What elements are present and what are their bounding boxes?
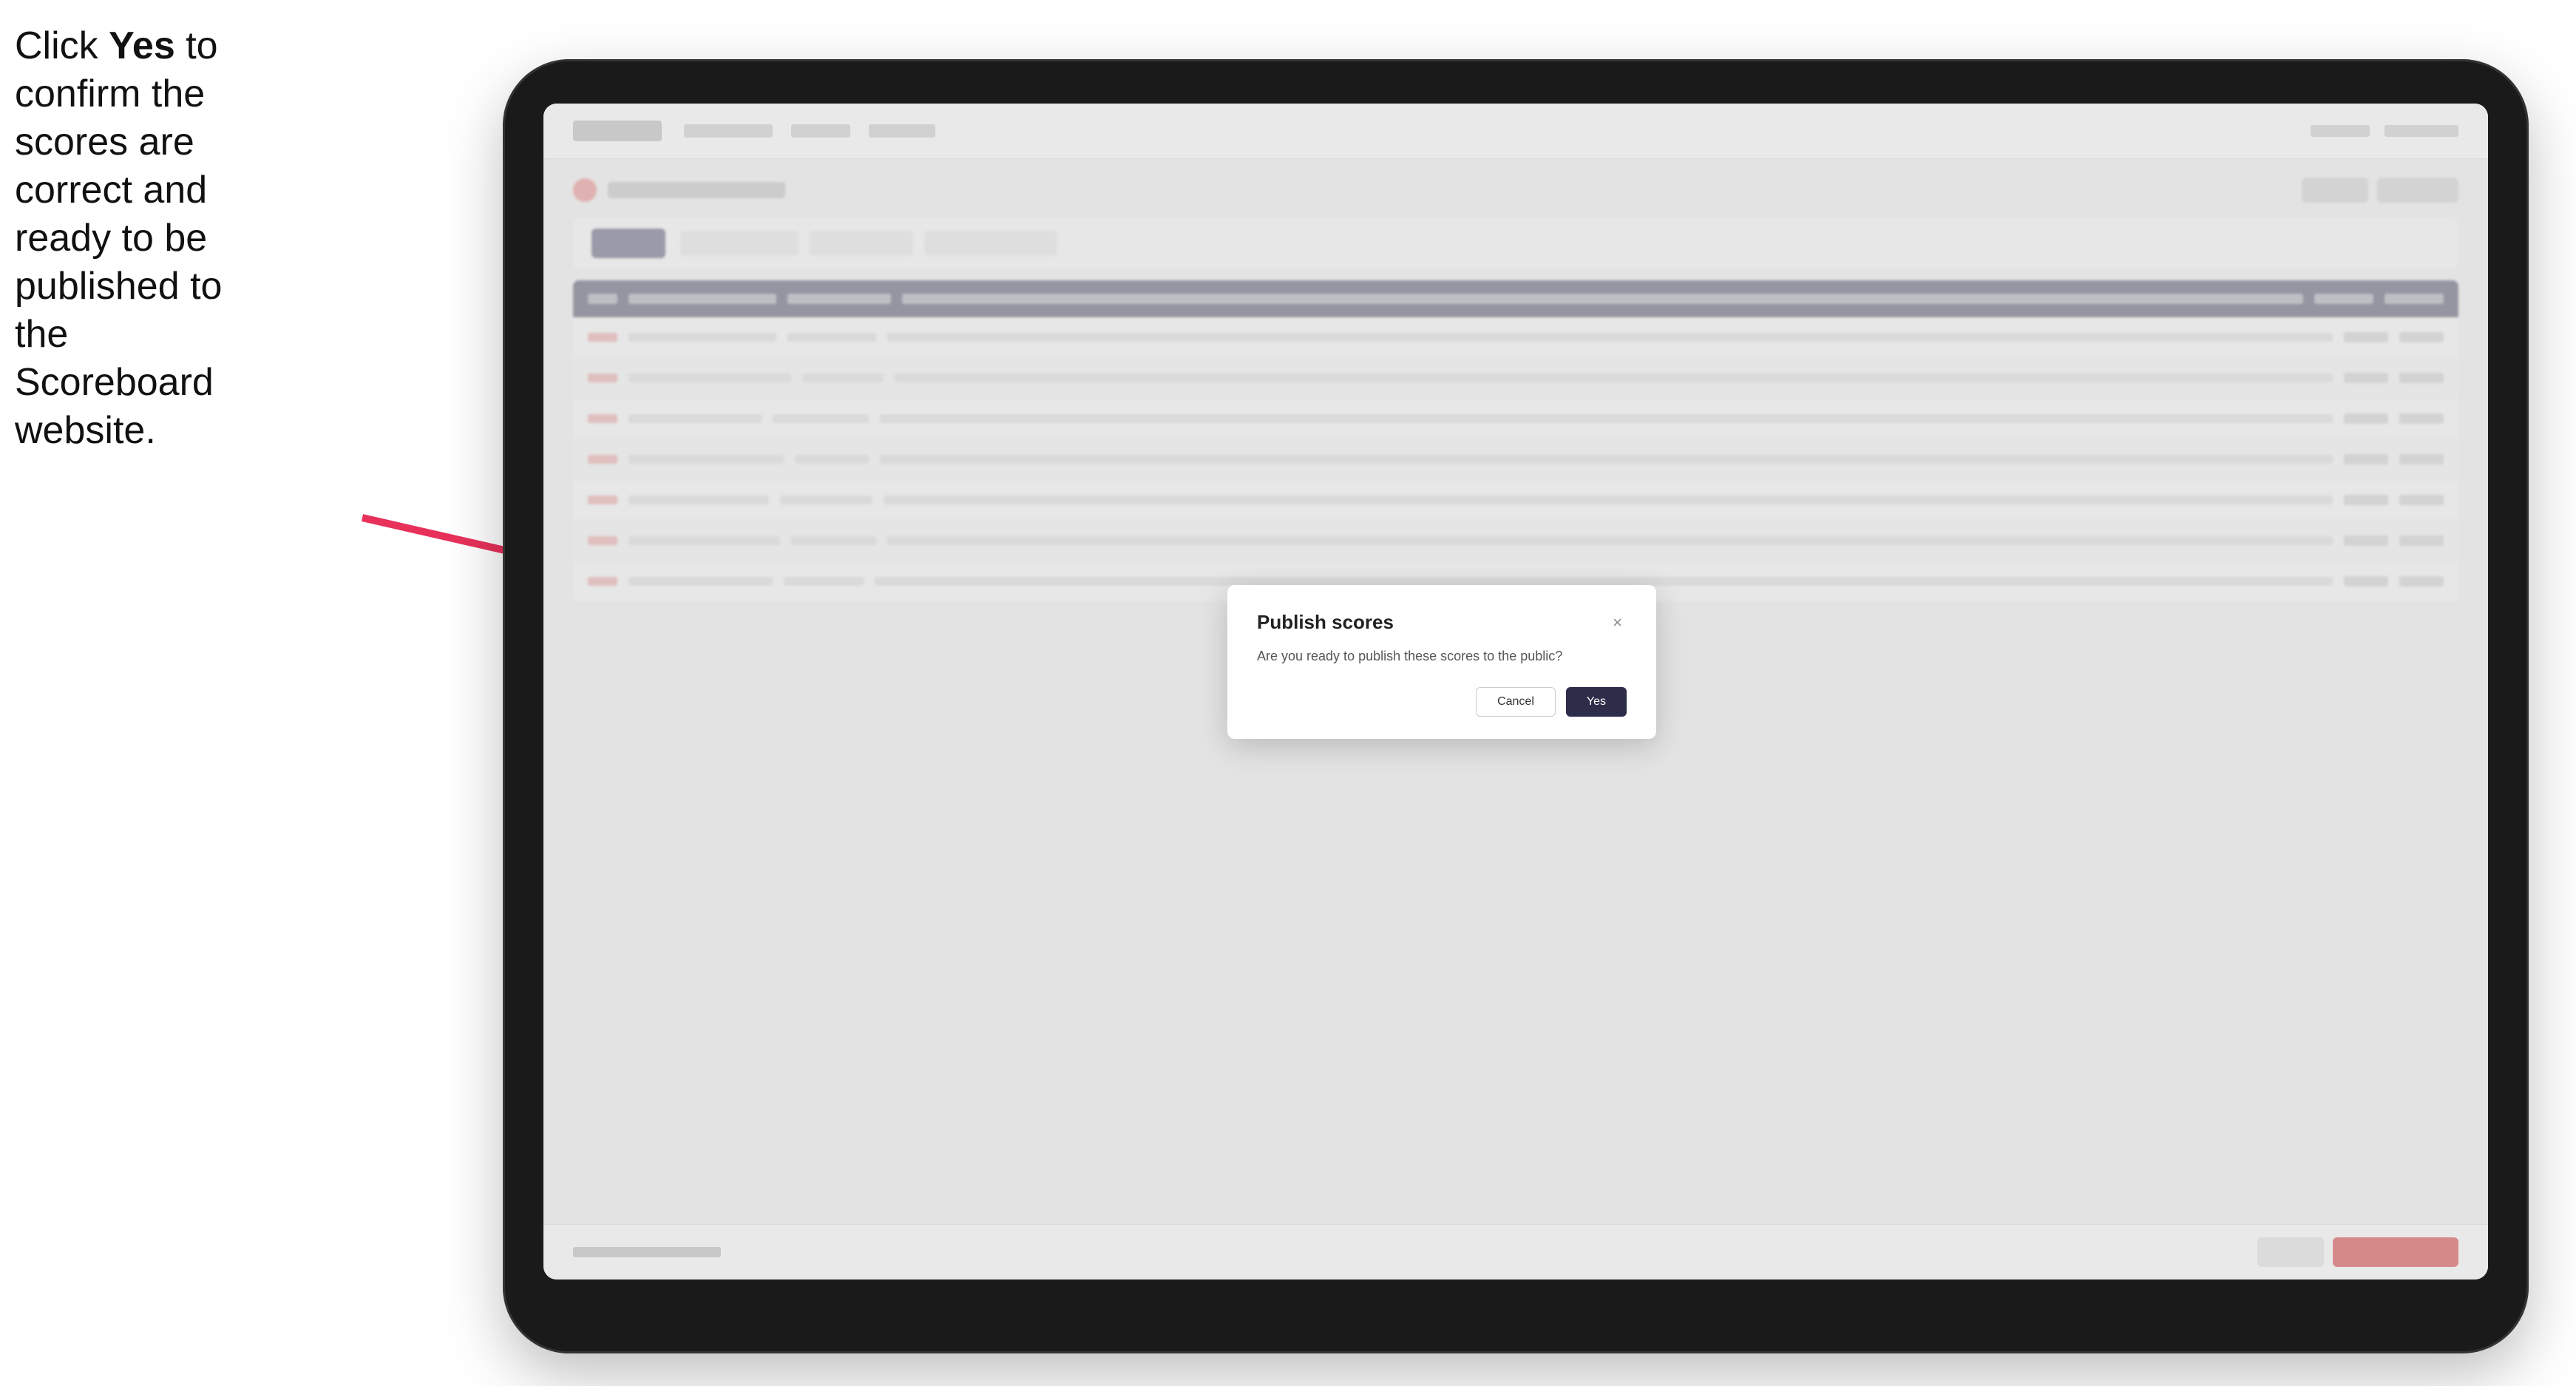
tablet-screen: Publish scores × Are you ready to publis… — [543, 104, 2488, 1279]
close-icon[interactable]: × — [1608, 613, 1627, 632]
yes-button[interactable]: Yes — [1566, 687, 1627, 717]
annotation-suffix: to confirm the scores are correct and re… — [15, 24, 222, 452]
annotation-prefix: Click — [15, 24, 109, 67]
modal-title: Publish scores — [1257, 611, 1394, 634]
annotation-text: Click Yes to confirm the scores are corr… — [15, 22, 229, 455]
cancel-button[interactable]: Cancel — [1476, 687, 1556, 717]
modal-overlay: Publish scores × Are you ready to publis… — [543, 104, 2488, 1279]
modal-header: Publish scores × — [1257, 611, 1627, 634]
modal-body-text: Are you ready to publish these scores to… — [1257, 647, 1627, 666]
modal-footer: Cancel Yes — [1257, 687, 1627, 717]
tablet-device: Publish scores × Are you ready to publis… — [503, 59, 2529, 1353]
annotation-bold: Yes — [109, 24, 175, 67]
publish-scores-dialog: Publish scores × Are you ready to publis… — [1227, 585, 1656, 738]
